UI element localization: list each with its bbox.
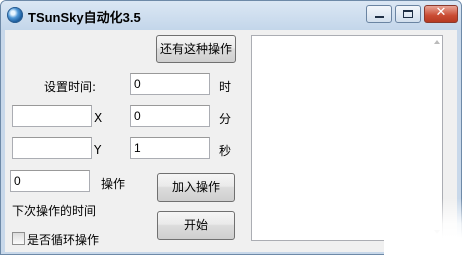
add-action-button[interactable]: 加入操作: [157, 173, 235, 202]
add-action-label: 加入操作: [171, 180, 220, 194]
start-button[interactable]: 开始: [157, 211, 235, 240]
scroll-up-arrow-icon[interactable]: [434, 40, 440, 44]
second-input[interactable]: [130, 137, 210, 159]
close-button[interactable]: ✕: [424, 5, 458, 23]
minute-input[interactable]: [130, 105, 210, 127]
close-icon: ✕: [435, 5, 447, 20]
x-input[interactable]: [12, 105, 92, 127]
x-label: X: [94, 111, 103, 125]
corner-fade-overlay: [384, 198, 462, 255]
second-unit-label: 秒: [219, 144, 232, 158]
y-input[interactable]: [12, 137, 92, 159]
maximize-icon: [403, 10, 413, 18]
loop-checkbox[interactable]: [12, 232, 25, 245]
another-action-button[interactable]: 还有这种操作: [156, 35, 236, 63]
title-bar[interactable]: TSunSky自动化3.5 ✕: [1, 1, 461, 30]
window-title: TSunSky自动化3.5: [28, 10, 141, 25]
another-action-label: 还有这种操作: [159, 42, 232, 56]
action-input[interactable]: [10, 170, 90, 192]
next-action-time-label: 下次操作的时间: [12, 204, 97, 218]
app-globe-icon: [7, 7, 23, 23]
action-label: 操作: [101, 177, 126, 191]
minimize-button[interactable]: [366, 5, 392, 23]
hour-input[interactable]: [130, 73, 210, 95]
set-time-label: 设置时间:: [44, 80, 97, 94]
hour-unit-label: 时: [219, 80, 232, 94]
loop-checkbox-label[interactable]: 是否循环操作: [27, 231, 99, 248]
minimize-icon: [375, 16, 384, 18]
maximize-button[interactable]: [395, 5, 421, 23]
minute-unit-label: 分: [219, 112, 232, 126]
y-label: Y: [94, 143, 102, 157]
start-label: 开始: [183, 218, 208, 232]
